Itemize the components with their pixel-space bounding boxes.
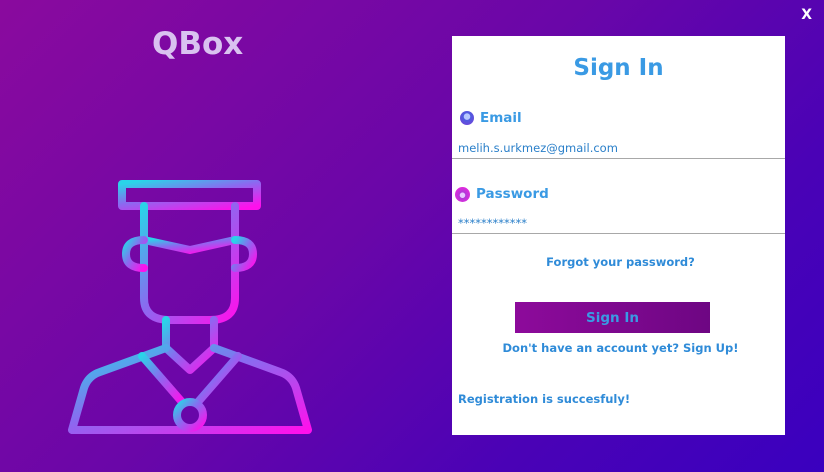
status-message: Registration is succesfuly! xyxy=(458,392,631,406)
password-label-row: Password xyxy=(455,186,549,202)
email-label: Email xyxy=(480,110,522,126)
sign-in-panel: Sign In Email Password Forgot your passw… xyxy=(452,36,785,435)
sign-up-link[interactable]: Don't have an account yet? Sign Up! xyxy=(454,341,787,355)
app-title: QBox xyxy=(152,26,244,62)
email-field[interactable] xyxy=(452,137,785,159)
forgot-password-link[interactable]: Forgot your password? xyxy=(454,255,787,269)
lock-icon xyxy=(455,186,470,202)
close-button[interactable]: X xyxy=(801,7,812,23)
login-window: X QBox Sign In Email melih.s.urkmez@gmai… xyxy=(0,0,824,472)
password-field[interactable] xyxy=(452,212,785,234)
graduate-student-icon xyxy=(68,180,312,434)
sign-in-button[interactable]: Sign In xyxy=(515,302,710,333)
password-label: Password xyxy=(476,186,549,202)
sign-in-heading: Sign In xyxy=(573,55,664,81)
email-label-row: Email xyxy=(460,110,522,126)
user-icon xyxy=(460,111,474,125)
